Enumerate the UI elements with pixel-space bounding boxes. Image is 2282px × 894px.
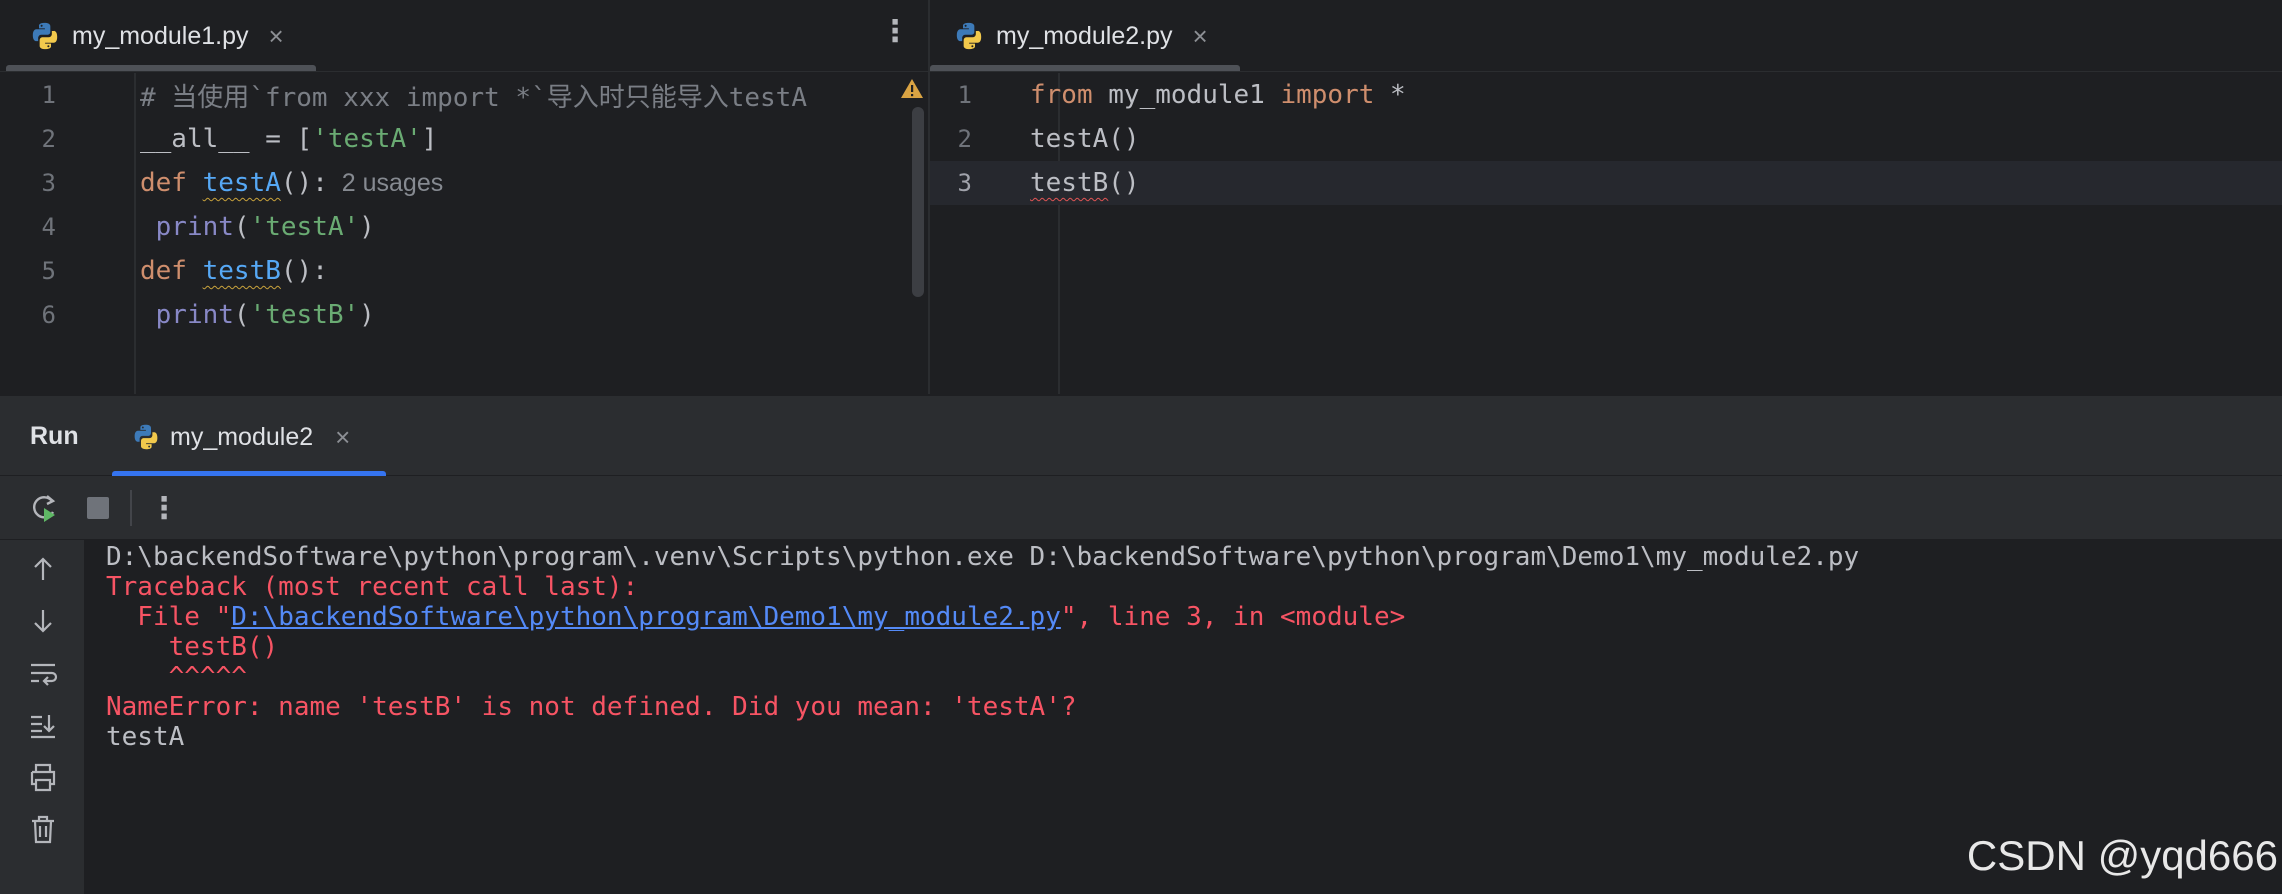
run-header: Run my_module2 × [0,394,2282,478]
line-number[interactable]: 3 [930,169,972,197]
code-token: print [140,300,234,330]
tab-my-module2[interactable]: my_module2.py × [930,0,1208,72]
editor-pane-my-module2: my_module2.py × 1 from my_module1 import … [930,0,2282,394]
line-number[interactable]: 3 [0,169,56,197]
code-token: (): [280,168,328,198]
code-line[interactable]: 2 __all__ = ['testA'] [0,117,928,161]
close-tab-icon[interactable]: × [1192,21,1207,52]
soft-wrap-icon[interactable] [26,656,60,690]
code-token: # 当使用`from xxx import *`导入时只能导入testA [140,82,807,113]
code-line[interactable]: 5 def testB(): [0,249,928,293]
code-token: * [1390,80,1406,110]
console-output[interactable]: D:\backendSoftware\python\program\.venv\… [84,540,2282,894]
code-text[interactable]: # 当使用`from xxx import *`导入时只能导入testA [140,77,807,114]
close-tab-icon[interactable]: × [268,21,283,52]
line-number[interactable]: 2 [0,125,56,153]
editor-tabbar-left: my_module1.py × ⋮ [0,0,928,72]
active-tab-indicator [930,65,1240,71]
line-number[interactable]: 4 [0,213,56,241]
code-line[interactable]: 4 print('testA') [0,205,928,249]
run-tab-my-module2[interactable]: my_module2 × [112,396,370,478]
scroll-to-end-icon[interactable] [26,708,60,742]
console-action-rail [0,540,84,894]
code-token: __all__ = [ [140,124,313,154]
code-text[interactable]: from my_module1 import * [1030,80,1406,110]
code-token: ) [359,300,375,330]
editor-menu-icon[interactable]: ⋮ [880,14,910,49]
run-tab-label: my_module2 [170,422,314,451]
console-text: NameError: name 'testB' is not defined. … [106,692,1077,722]
code-token: from [1030,80,1109,110]
code-editor-left[interactable]: 1 # 当使用`from xxx import *`导入时只能导入testA 2 __… [0,73,928,394]
tab-my-module1[interactable]: my_module1.py × [0,0,284,72]
code-token: my_module1 [1108,80,1281,110]
editor-area: my_module1.py × ⋮ 1 # 当使用`from xxx import… [0,0,2282,394]
python-file-icon [956,22,982,50]
close-run-tab-icon[interactable]: × [335,422,350,453]
print-icon[interactable] [26,760,60,794]
code-token: ) [359,212,375,242]
code-text[interactable]: def testA(): 2 usages [140,168,443,198]
code-token: def [140,168,203,198]
code-token: print [140,212,234,242]
python-file-icon [32,22,58,50]
line-number[interactable]: 6 [0,301,56,329]
line-number[interactable]: 2 [930,125,972,153]
code-token: testA() [1030,124,1140,154]
console-text: testA [106,722,185,752]
rerun-icon[interactable] [28,492,60,524]
code-text[interactable]: testA() [1030,124,1140,154]
active-tab-indicator [6,65,316,71]
watermark: CSDN @yqd666 [1966,832,2278,879]
code-token: 2 usages [327,169,444,197]
more-options-icon[interactable]: ⋮ [148,492,180,525]
clear-all-icon[interactable] [26,812,60,846]
console-line: File " D:\backendSoftware\python\program\… [106,595,1405,639]
editor-pane-my-module1: my_module1.py × ⋮ 1 # 当使用`from xxx import… [0,0,928,394]
line-number[interactable]: 5 [0,257,56,285]
code-token: 'testB' [249,300,360,330]
code-token: testB [1030,168,1109,198]
console-text: ", line 3, in <module> [1060,602,1406,632]
code-line[interactable]: 3 def testA(): 2 usages [0,161,928,205]
tab-label: my_module1.py [72,21,249,50]
code-token: () [1108,168,1140,198]
code-token: def [140,256,203,286]
console-line: NameError: name 'testB' is not defined. … [106,685,1077,729]
code-line[interactable]: 3 testB() [930,161,2282,205]
code-token: testB [202,256,281,286]
toolbar-separator [130,490,132,526]
code-token: (): [280,256,328,286]
code-line[interactable]: 2 testA() [930,117,2282,161]
code-token: ( [233,300,250,330]
code-text[interactable]: def testB(): [140,256,328,286]
scroll-up-icon[interactable] [26,552,60,586]
code-line[interactable]: 1 from my_module1 import * [930,73,2282,117]
line-number[interactable]: 1 [0,81,56,109]
code-token: ( [233,212,250,242]
stop-icon[interactable] [82,492,114,524]
line-number[interactable]: 1 [930,81,972,109]
file-link[interactable]: D:\backendSoftware\python\program\Demo1\… [231,602,1061,632]
code-text[interactable]: __all__ = ['testA'] [140,124,437,154]
python-run-icon [134,424,158,450]
code-text[interactable]: testB() [1030,168,1140,198]
scroll-down-icon[interactable] [26,604,60,638]
code-text[interactable]: print('testA') [140,212,375,242]
code-line[interactable]: 6 print('testB') [0,293,928,337]
code-token: ] [421,124,438,154]
console-line: testA [106,715,184,759]
run-tool-window: Run my_module2 × ⋮ D:\backendSoftware\py… [0,394,2282,894]
code-line[interactable]: 1 # 当使用`from xxx import *`导入时只能导入testA [0,73,928,117]
editor-tabbar-right: my_module2.py × [930,0,2282,72]
code-text[interactable]: print('testB') [140,300,375,330]
tab-label: my_module2.py [996,21,1173,50]
code-token: testA [202,168,281,198]
code-token: import [1280,80,1391,110]
code-token: 'testA' [249,212,360,242]
run-toolbar: ⋮ [0,476,2282,540]
code-token: 'testA' [312,124,422,154]
code-editor-right[interactable]: 1 from my_module1 import * 2 testA() 3 testB(… [930,73,2282,394]
run-window-title: Run [30,422,79,450]
